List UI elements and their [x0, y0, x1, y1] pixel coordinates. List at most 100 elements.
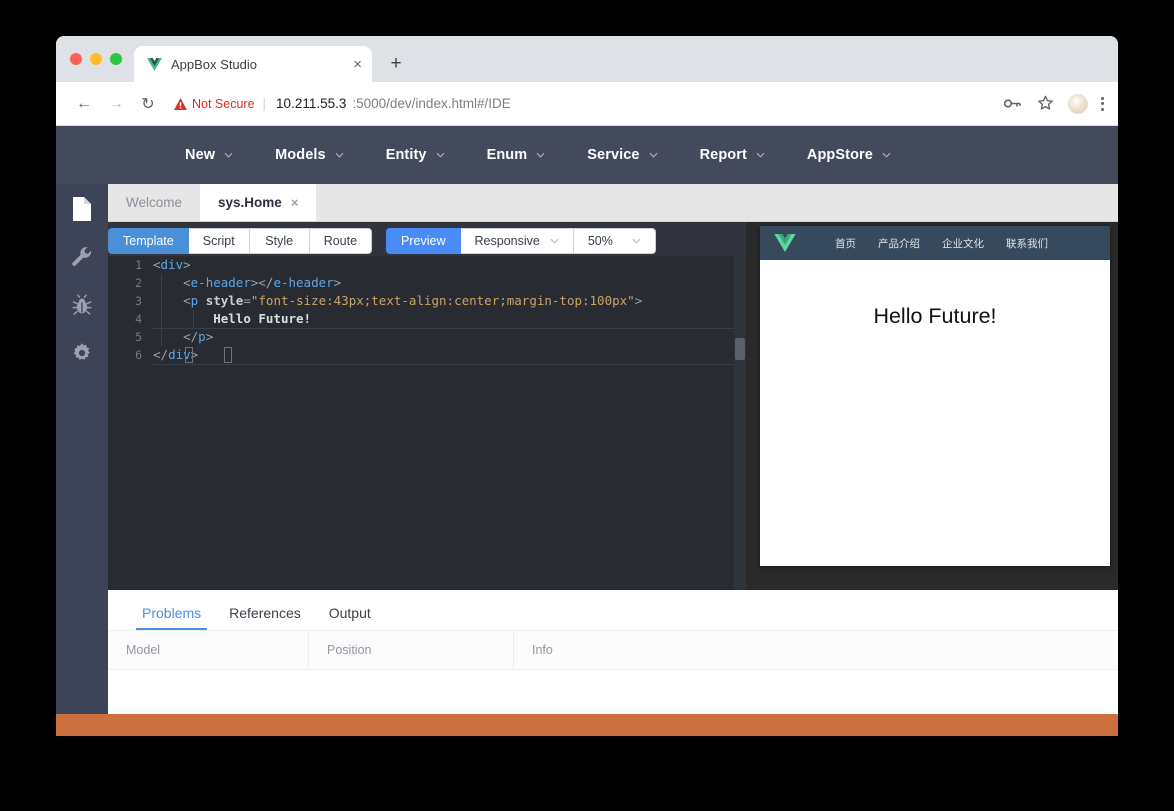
back-button[interactable]: ← — [70, 90, 98, 118]
preview-device-frame: 首页 产品介绍 企业文化 联系我们 Hello Future! — [760, 226, 1110, 566]
rail-item-settings[interactable] — [69, 340, 95, 366]
menu-item-enum[interactable]: Enum — [466, 126, 567, 184]
chevron-down-icon — [882, 152, 891, 158]
bug-icon — [72, 294, 92, 315]
document-tab-welcome[interactable]: Welcome — [108, 184, 200, 221]
preview-button[interactable]: Preview — [386, 228, 461, 254]
tab-route[interactable]: Route — [309, 228, 373, 254]
document-tab-sys-home[interactable]: sys.Home × — [200, 184, 317, 221]
problems-table-header: Model Position Info — [108, 630, 1118, 670]
preview-nav-item-contact[interactable]: 联系我们 — [995, 236, 1059, 251]
menu-label: Service — [587, 147, 640, 163]
tab-problems[interactable]: Problems — [128, 605, 215, 630]
scrollbar-thumb[interactable] — [735, 338, 745, 360]
browser-tab-title: AppBox Studio — [171, 56, 258, 72]
column-header-info[interactable]: Info — [513, 631, 1118, 669]
zoom-select-value: 50% — [587, 234, 613, 248]
menu-item-appstore[interactable]: AppStore — [786, 126, 912, 184]
chevron-down-icon — [224, 152, 233, 158]
browser-tab-strip: AppBox Studio × + — [56, 36, 1118, 82]
preview-pane: 首页 产品介绍 企业文化 联系我们 Hello Future! — [746, 222, 1118, 590]
editor-pane: Template Script Style Route Preview Resp… — [108, 222, 746, 590]
line-number: 4 — [135, 312, 142, 326]
menu-item-entity[interactable]: Entity — [365, 126, 466, 184]
browser-actions — [1002, 93, 1106, 114]
menu-label: New — [185, 147, 216, 163]
reload-button[interactable]: ↻ — [134, 90, 162, 118]
kebab-menu-icon[interactable] — [1101, 96, 1104, 111]
close-document-icon[interactable]: × — [291, 195, 299, 210]
preview-nav-item-home[interactable]: 首页 — [824, 236, 867, 251]
maximize-window-button[interactable] — [110, 53, 122, 65]
editor-vertical-scrollbar[interactable] — [734, 256, 746, 590]
main-column: Welcome sys.Home × Template Script Style… — [108, 184, 1118, 736]
omnibox-separator: | — [262, 96, 267, 111]
menu-label: AppStore — [806, 147, 873, 163]
tab-style[interactable]: Style — [249, 228, 310, 254]
browser-toolbar: ← → ↻ Not Secure | 10.211.55.3 :5000/dev… — [56, 82, 1118, 126]
indent-guide — [161, 274, 162, 346]
editor-preview-split: Template Script Style Route Preview Resp… — [108, 222, 1118, 590]
line-content: Hello Future! — [213, 311, 312, 326]
code-rule — [153, 364, 734, 365]
security-status[interactable]: Not Secure — [174, 97, 255, 111]
chevron-down-icon — [649, 152, 658, 158]
preview-controls-group: Preview Responsive 50% — [386, 228, 656, 254]
preview-nav-item-products[interactable]: 产品介绍 — [867, 236, 931, 251]
tab-script[interactable]: Script — [188, 228, 250, 254]
menu-label: Models — [275, 147, 326, 163]
warning-triangle-icon — [174, 97, 187, 110]
tab-references[interactable]: References — [215, 605, 315, 630]
chevron-down-icon — [335, 152, 344, 158]
rail-item-debug[interactable] — [69, 292, 95, 318]
code-line: 4 Hello Future! — [108, 310, 746, 328]
column-header-position[interactable]: Position — [308, 631, 513, 669]
layout-select[interactable]: Responsive — [460, 228, 574, 254]
status-bar — [56, 714, 1118, 736]
address-bar[interactable]: Not Secure | 10.211.55.3 :5000/dev/index… — [174, 90, 998, 118]
wrench-icon — [72, 247, 92, 266]
editor-toolbar: Template Script Style Route Preview Resp… — [108, 222, 746, 256]
chevron-down-icon — [436, 152, 445, 158]
line-number: 1 — [135, 258, 142, 272]
document-tabs: Welcome sys.Home × — [108, 184, 1118, 222]
tab-template[interactable]: Template — [108, 228, 189, 254]
forward-button[interactable]: → — [102, 90, 130, 118]
menu-item-service[interactable]: Service — [566, 126, 678, 184]
line-number: 6 — [135, 348, 142, 362]
close-window-button[interactable] — [70, 53, 82, 65]
minimize-window-button[interactable] — [90, 53, 102, 65]
rail-item-explorer[interactable] — [69, 196, 95, 222]
preview-nav-item-culture[interactable]: 企业文化 — [931, 236, 995, 251]
browser-tab[interactable]: AppBox Studio × — [134, 46, 372, 82]
menu-item-report[interactable]: Report — [679, 126, 786, 184]
close-tab-icon[interactable]: × — [353, 57, 362, 72]
url-host: 10.211.55.3 — [276, 96, 347, 111]
layout-select-value: Responsive — [474, 234, 540, 248]
view-mode-group: Template Script Style Route — [108, 228, 373, 254]
code-editor[interactable]: 1 <div> 2 <e-header></e-header> 3 <p sty… — [108, 256, 746, 590]
browser-window: AppBox Studio × + ← → ↻ Not Secure | 10.… — [56, 36, 1118, 736]
menu-item-models[interactable]: Models — [254, 126, 365, 184]
line-content: </p> — [183, 329, 214, 344]
indent-guide — [193, 310, 194, 328]
code-line: 3 <p style="font-size:43px;text-align:ce… — [108, 292, 746, 310]
line-content: <p style="font-size:43px;text-align:cent… — [183, 293, 643, 308]
menu-item-new[interactable]: New — [164, 126, 254, 184]
line-number: 5 — [135, 330, 142, 344]
rail-item-tools[interactable] — [69, 244, 95, 270]
activity-rail — [56, 184, 108, 736]
zoom-select[interactable]: 50% — [573, 228, 656, 254]
vue-logo-icon — [774, 234, 796, 252]
avatar[interactable] — [1068, 93, 1088, 114]
menu-label: Entity — [385, 147, 427, 163]
security-status-label: Not Secure — [192, 96, 255, 111]
star-icon[interactable] — [1035, 94, 1055, 114]
window-traffic-lights — [70, 36, 134, 82]
new-tab-button[interactable]: + — [382, 50, 410, 78]
column-header-model[interactable]: Model — [108, 631, 308, 669]
tab-output[interactable]: Output — [315, 605, 385, 630]
preview-site-header: 首页 产品介绍 企业文化 联系我们 — [760, 226, 1110, 260]
key-icon[interactable] — [1002, 94, 1022, 114]
preview-heading: Hello Future! — [873, 304, 997, 328]
